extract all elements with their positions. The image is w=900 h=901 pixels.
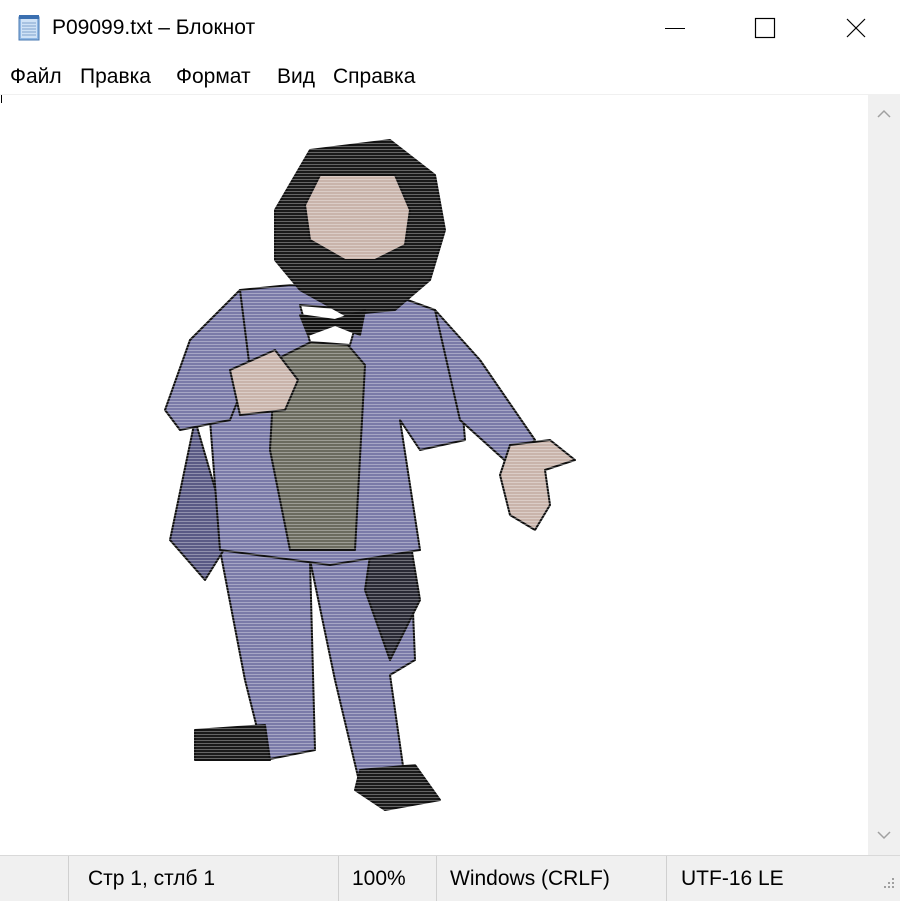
menu-view[interactable]: Вид (277, 62, 315, 92)
chevron-up-icon (877, 109, 891, 118)
menu-bar: Файл Правка Формат Вид Справка (0, 62, 900, 92)
ascii-art-figure (150, 120, 590, 820)
status-separator (666, 856, 667, 901)
maximize-icon (754, 17, 776, 39)
maximize-button[interactable] (720, 0, 810, 57)
status-zoom: 100% (352, 867, 406, 890)
vertical-scrollbar[interactable] (868, 94, 900, 855)
scroll-up-button[interactable] (868, 94, 900, 134)
notepad-icon (18, 15, 40, 41)
text-caret (1, 95, 2, 103)
menu-help[interactable]: Справка (333, 62, 415, 92)
status-separator (68, 856, 69, 901)
minimize-button[interactable] (630, 0, 720, 57)
close-icon (846, 18, 866, 38)
chevron-down-icon (877, 831, 891, 840)
menu-file[interactable]: Файл (10, 62, 62, 92)
status-line-ending: Windows (CRLF) (450, 867, 610, 890)
resize-grip-icon[interactable] (874, 872, 898, 896)
status-bar: Стр 1, стлб 1 100% Windows (CRLF) UTF-16… (0, 855, 900, 901)
menu-edit[interactable]: Правка (80, 62, 151, 92)
window-title: P09099.txt – Блокнот (52, 16, 256, 39)
status-encoding: UTF-16 LE (681, 867, 784, 890)
scroll-down-button[interactable] (868, 815, 900, 855)
status-cursor-position: Стр 1, стлб 1 (88, 867, 216, 890)
status-separator (436, 856, 437, 901)
minimize-icon (665, 28, 685, 29)
menu-format[interactable]: Формат (176, 62, 251, 92)
status-separator (338, 856, 339, 901)
close-button[interactable] (810, 0, 900, 57)
title-bar: P09099.txt – Блокнот (0, 0, 900, 57)
